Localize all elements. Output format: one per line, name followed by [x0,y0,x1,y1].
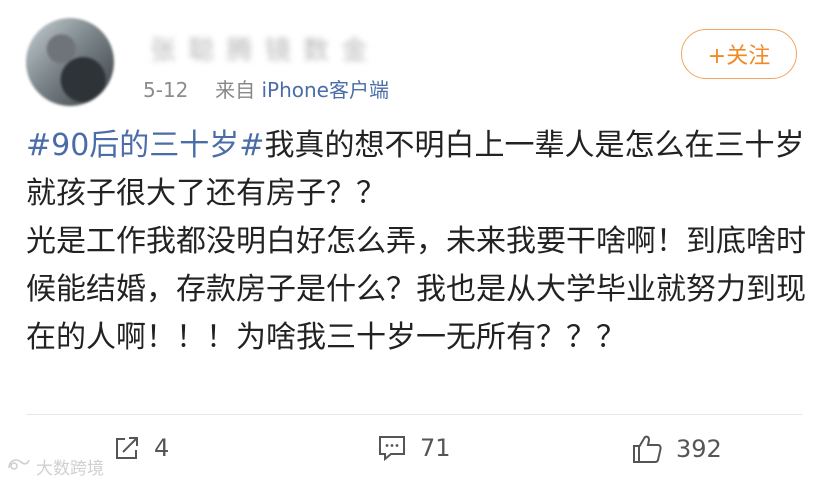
comment-icon [376,433,408,463]
post-header: 张 聪 腾 镜 数 金 5-12 来自 iPhone客户端 +关注 [0,0,828,110]
action-bar: 4 71 392 [0,415,828,485]
watermark-text: 大数跨境 [36,459,104,479]
post-body-line2: 光是工作我都没明白好怎么弄，未来我要干啥啊！到底啥时候能结婚，存款房子是什么？我… [26,224,806,355]
post-meta: 5-12 来自 iPhone客户端 [143,74,389,103]
like-count: 392 [676,435,722,463]
like-button[interactable]: 392 [630,433,722,465]
source-prefix: 来自 [215,78,256,102]
comment-count: 71 [420,434,451,462]
author-name[interactable]: 张 聪 腾 镜 数 金 [150,30,369,67]
thumbs-up-icon [630,433,664,465]
comment-button[interactable]: 71 [376,433,451,463]
follow-button[interactable]: +关注 [681,29,797,79]
repost-icon [112,433,142,463]
topic-link[interactable]: #90后的三十岁# [26,128,264,163]
post-date: 5-12 [143,78,189,102]
repost-button[interactable]: 4 [112,433,169,463]
post-content: #90后的三十岁#我真的想不明白上一辈人是怎么在三十岁就孩子很大了还有房子？？ … [26,122,806,362]
avatar[interactable] [26,18,114,106]
watermark-logo-icon [6,454,32,479]
watermark: 大数跨境 [6,454,104,479]
repost-count: 4 [154,434,170,462]
device-link[interactable]: iPhone客户端 [261,78,389,102]
